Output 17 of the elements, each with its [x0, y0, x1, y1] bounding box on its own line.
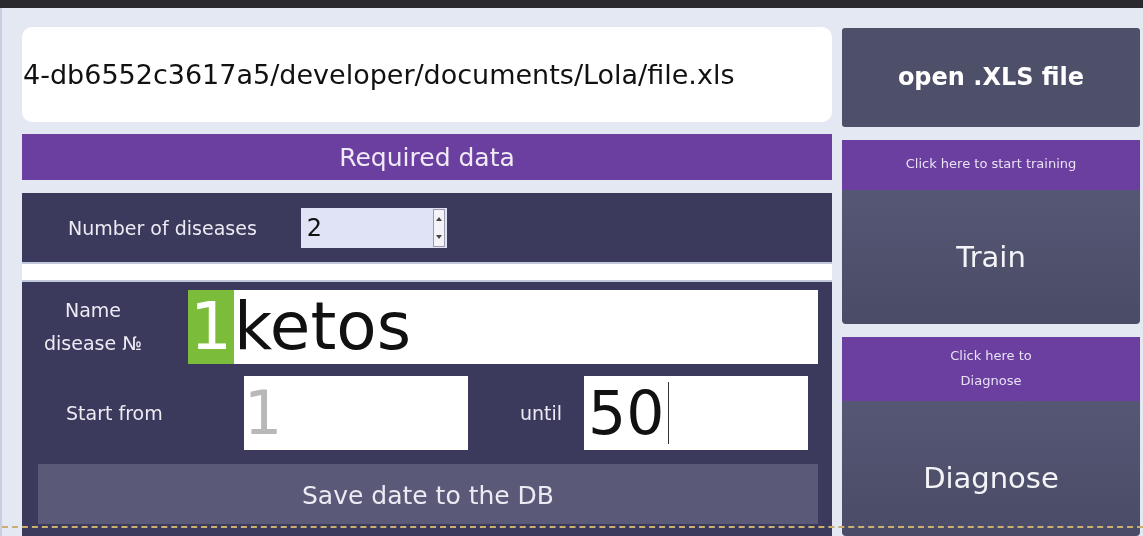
spin-arrows-icon[interactable] — [432, 208, 445, 247]
section-header: Required data — [22, 133, 832, 181]
open-file-button[interactable]: open .XLS file — [842, 28, 1140, 127]
save-button[interactable]: Save date to the DB — [38, 463, 818, 524]
field-label: Number of diseases — [68, 216, 257, 239]
disease-name-field[interactable]: 1 ketos — [188, 289, 818, 364]
file-path-field[interactable]: 4-db6552c3617a5/developer/documents/Lola/file.xls — [22, 27, 832, 122]
train-button[interactable]: Train — [842, 189, 1140, 324]
number-spinbox[interactable]: 2 — [300, 207, 447, 248]
hint-banner: Click here to start training — [842, 139, 1140, 190]
field-label: until — [520, 401, 563, 424]
until-field[interactable]: 50 — [584, 375, 809, 450]
hint-banner: Click here to Diagnose — [842, 336, 1140, 401]
field-label: Start from — [65, 401, 164, 424]
start-field[interactable]: 1 — [244, 375, 468, 450]
diagnose-button[interactable]: Diagnose — [842, 400, 1140, 536]
field-label: Name disease № — [43, 298, 143, 356]
